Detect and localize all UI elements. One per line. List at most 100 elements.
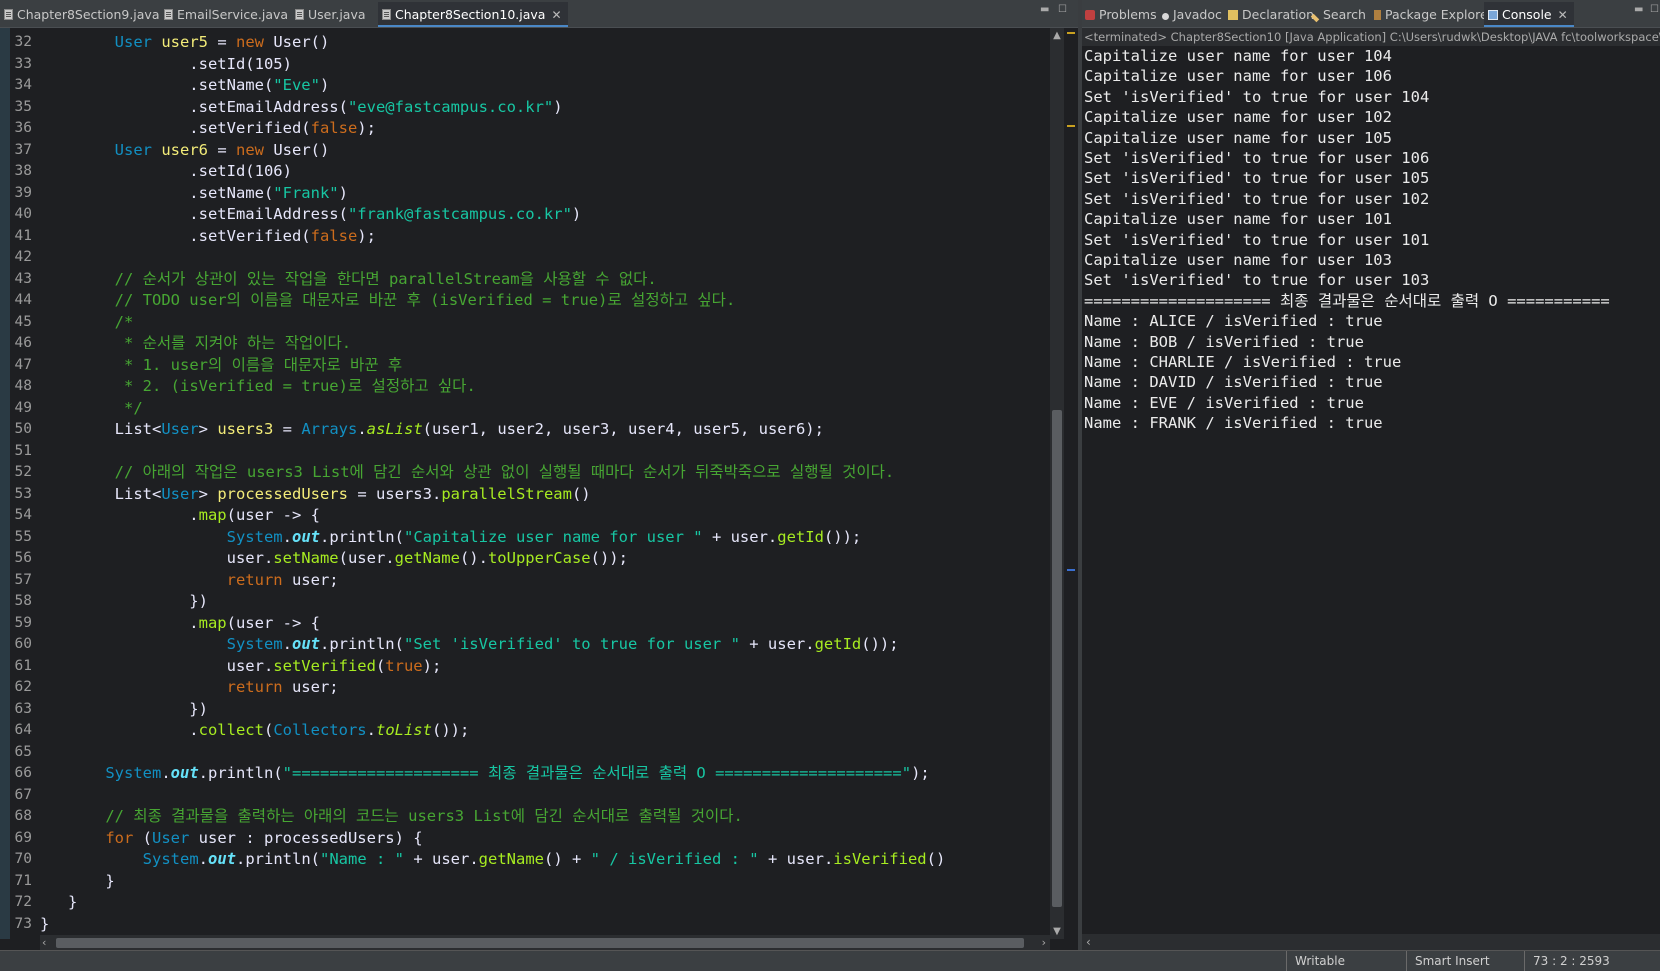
code-token: setVerified xyxy=(273,656,376,675)
code-line[interactable]: .setVerified(false); xyxy=(40,226,376,248)
line-number-gutter: 32 33 34 35 36 37 38 39 40 41 42 43 44 45 46 47 48 49 50 51… xyxy=(0,28,40,939)
tab-emailservice[interactable]: EmailService.java xyxy=(164,2,288,27)
code-line[interactable]: } xyxy=(40,914,49,936)
console-horizontal-scrollbar[interactable]: ‹ xyxy=(1082,934,1660,950)
code-line[interactable]: // TODO user의 이름을 대문자로 바꾼 후 (isVerified … xyxy=(40,290,736,312)
code-line[interactable]: for (User user : processedUsers) { xyxy=(40,828,422,850)
code-line[interactable]: .setName("Frank") xyxy=(40,183,348,205)
scroll-down-icon[interactable]: ▼ xyxy=(1052,926,1062,937)
scroll-right-icon[interactable]: › xyxy=(1042,935,1046,951)
tab-package-explorer[interactable]: Package Explorer xyxy=(1374,2,1493,27)
code-line[interactable]: }) xyxy=(40,699,208,721)
code-line[interactable]: List<User> users3 = Arrays.asList(user1,… xyxy=(40,419,824,441)
line-number: 37 xyxy=(14,141,32,158)
code-token: } xyxy=(40,914,50,933)
console-output[interactable]: Capitalize user name for user 104 Capital… xyxy=(1082,44,1660,934)
java-file-icon xyxy=(295,9,304,20)
code-line[interactable]: System.out.println("Capitalize user name… xyxy=(40,527,862,549)
code-line[interactable]: User user5 = new User() xyxy=(40,32,330,54)
code-line[interactable]: System.out.println("Set 'isVerified' to … xyxy=(40,634,899,656)
code-line[interactable]: * 1. user의 이름을 대문자로 바꾼 후 xyxy=(40,355,402,377)
code-line[interactable]: user.setVerified(true); xyxy=(40,656,442,678)
code-token: . xyxy=(161,764,171,782)
maximize-icon[interactable]: ☐ xyxy=(1650,4,1659,15)
code-token: user6 xyxy=(161,140,208,159)
scrollbar-thumb[interactable] xyxy=(56,938,1024,948)
code-line[interactable]: .setId(106) xyxy=(40,161,292,183)
line-number: 58 xyxy=(14,593,32,609)
code-token: . xyxy=(357,420,367,438)
console-line: Capitalize user name for user 102 xyxy=(1084,108,1392,127)
code-token: .setId(106) xyxy=(40,162,292,180)
code-token: "Frank" xyxy=(273,183,339,202)
overview-cursor-mark[interactable] xyxy=(1067,569,1075,571)
code-token: . xyxy=(40,506,199,524)
code-line[interactable]: System.out.println("====================… xyxy=(40,763,929,785)
scrollbar-thumb[interactable] xyxy=(1052,410,1062,907)
code-line[interactable]: .setVerified(false); xyxy=(40,118,376,140)
tab-javadoc[interactable]: Javadoc xyxy=(1162,2,1222,27)
editor-vertical-scrollbar[interactable]: ▲ ▼ xyxy=(1050,28,1064,939)
code-token: return xyxy=(226,678,283,696)
code-line[interactable]: .setEmailAddress("eve@fastcampus.co.kr") xyxy=(40,97,563,119)
declaration-icon xyxy=(1228,10,1238,20)
code-line[interactable]: System.out.println("Name : " + user.getN… xyxy=(40,849,946,871)
code-token: ( xyxy=(133,828,152,847)
tab-declaration[interactable]: Declaration xyxy=(1228,2,1314,27)
code-line[interactable]: .setEmailAddress("frank@fastcampus.co.kr… xyxy=(40,204,581,226)
scroll-up-icon[interactable]: ▲ xyxy=(1052,30,1062,41)
code-line[interactable]: User user6 = new User() xyxy=(40,140,330,162)
code-line[interactable]: // 아래의 작업은 users3 List에 담긴 순서와 상관 없이 실행될… xyxy=(40,462,895,484)
tab-user[interactable]: User.java xyxy=(295,2,366,27)
console-line: Set 'isVerified' to true for user 102 xyxy=(1084,189,1430,208)
code-line[interactable]: // 최종 결과물을 출력하는 아래의 코드는 users3 List에 담긴 … xyxy=(40,806,743,828)
console-line: ==================== 최종 결과물은 순서대로 출력 O =… xyxy=(1084,291,1610,310)
code-token: */ xyxy=(124,398,143,417)
code-line[interactable]: * 2. (isVerified = true)로 설정하고 싶다. xyxy=(40,376,476,398)
maximize-icon[interactable]: ☐ xyxy=(1058,4,1067,15)
code-line[interactable]: user.setName(user.getName().toUpperCase(… xyxy=(40,548,628,570)
code-line[interactable]: return user; xyxy=(40,677,339,699)
code-line[interactable]: }) xyxy=(40,591,208,613)
code-line[interactable]: .setId(105) xyxy=(40,54,292,76)
code-line[interactable]: } xyxy=(40,892,77,914)
code-line[interactable]: */ xyxy=(40,398,143,420)
code-line[interactable]: .map(user -> { xyxy=(40,613,320,635)
code-line[interactable]: List<User> processedUsers = users3.paral… xyxy=(40,484,591,506)
minimize-icon[interactable]: ▬ xyxy=(1040,4,1049,15)
scroll-left-icon[interactable]: ‹ xyxy=(1086,934,1091,950)
code-line[interactable]: /* xyxy=(40,312,134,334)
code-line[interactable]: .setName("Eve") xyxy=(40,75,329,97)
line-number: 60 xyxy=(14,636,32,652)
code-line[interactable]: * 순서를 지켜야 하는 작업이다. xyxy=(40,333,351,355)
close-tab-icon[interactable]: ✕ xyxy=(1558,8,1568,22)
overview-task-mark[interactable] xyxy=(1067,125,1075,127)
problems-icon xyxy=(1085,10,1095,20)
close-tab-icon[interactable]: ✕ xyxy=(551,8,561,22)
scroll-left-icon[interactable]: ‹ xyxy=(42,935,46,951)
code-line[interactable]: .collect(Collectors.toList()); xyxy=(40,720,469,742)
code-token: ()); xyxy=(431,721,470,739)
code-token: User() xyxy=(264,140,330,159)
code-line[interactable]: } xyxy=(40,871,114,893)
tab-chapter8section9[interactable]: Chapter8Section9.java xyxy=(4,2,160,27)
tab-problems[interactable]: Problems xyxy=(1085,2,1157,27)
overview-warning-mark[interactable] xyxy=(1067,32,1075,34)
tab-search[interactable]: Search xyxy=(1310,2,1366,27)
code-token: < xyxy=(151,420,162,438)
minimize-icon[interactable]: ▬ xyxy=(1634,4,1643,15)
code-editor[interactable]: User user5 = new User() .setId(105) .set… xyxy=(40,28,1050,939)
editor-horizontal-scrollbar[interactable]: ‹ › xyxy=(40,935,1050,951)
code-line[interactable]: // 순서가 상관이 있는 작업을 한다면 parallelStream을 사용… xyxy=(40,269,657,291)
tab-chapter8section10[interactable]: Chapter8Section10.java ✕ xyxy=(378,2,568,27)
tab-console[interactable]: Console ✕ xyxy=(1484,2,1574,27)
code-token: ) xyxy=(553,97,563,116)
code-line[interactable]: return user; xyxy=(40,570,339,592)
code-line[interactable]: .map(user -> { xyxy=(40,505,320,527)
